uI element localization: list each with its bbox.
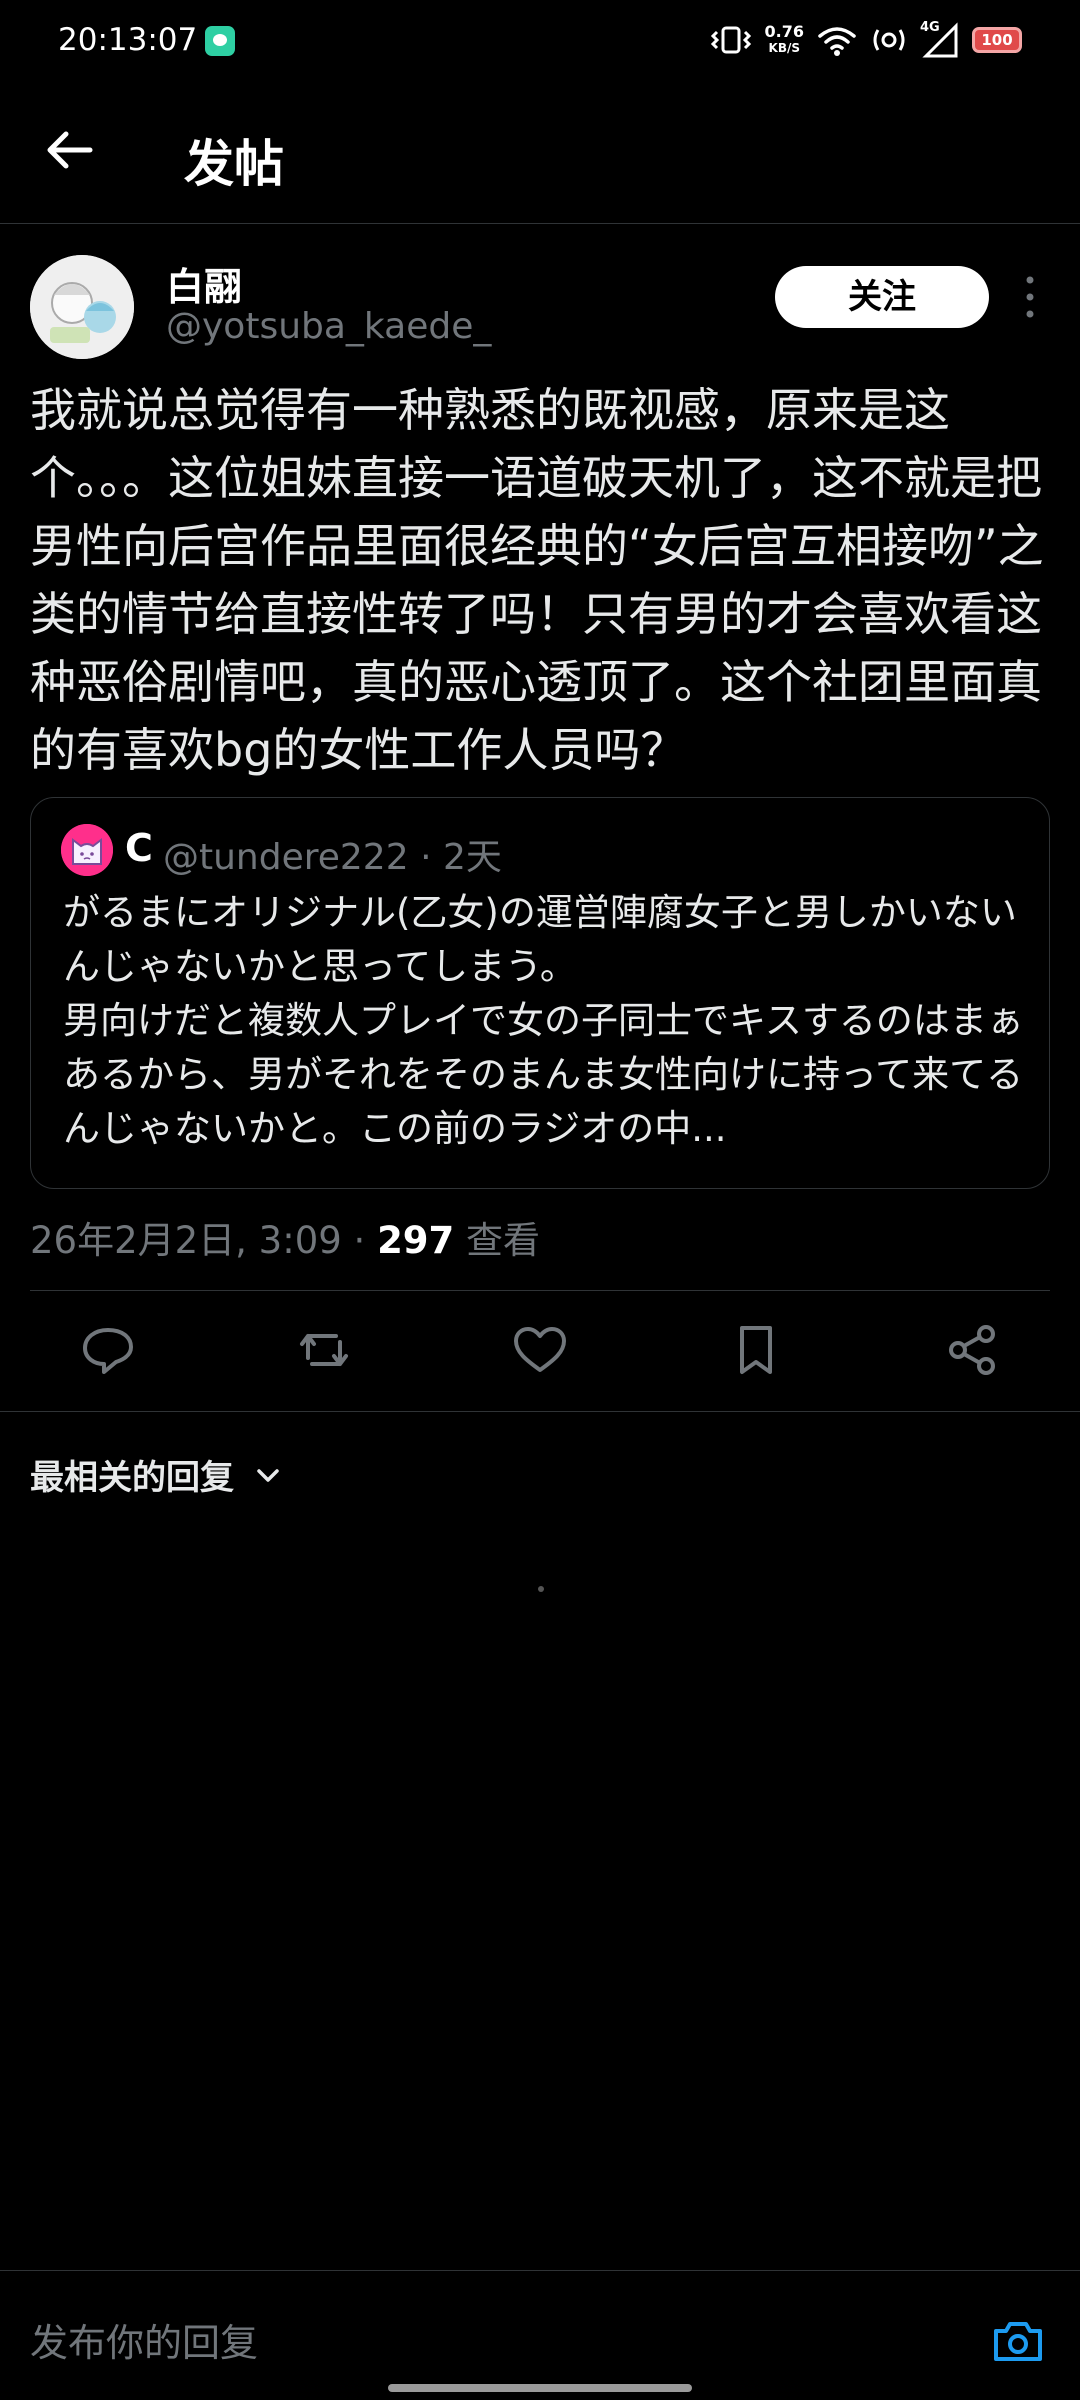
replies-sort-dropdown[interactable]: 最相关的回复 — [30, 1450, 284, 1499]
author-avatar[interactable] — [30, 255, 134, 359]
message-app-icon — [205, 26, 235, 56]
vibrate-icon — [710, 26, 751, 54]
reply-composer — [0, 2270, 1080, 2400]
net-speed-value: 0.76 — [764, 22, 804, 41]
status-bar: 20:13:07 0.76 KB/S 4G 100 — [0, 0, 1080, 80]
author-display-name[interactable]: 白翮 — [166, 256, 242, 311]
loading-indicator — [538, 1586, 544, 1592]
more-options-icon[interactable] — [1015, 272, 1045, 322]
battery-level: 100 — [981, 31, 1013, 49]
replies-sort-label: 最相关的回复 — [30, 1458, 234, 1498]
reply-input[interactable] — [30, 2313, 930, 2373]
home-indicator[interactable] — [388, 2384, 692, 2392]
net-speed-unit: KB/S — [768, 41, 800, 55]
wifi-icon — [818, 27, 856, 56]
bookmark-icon[interactable] — [724, 1318, 788, 1382]
like-icon[interactable] — [508, 1318, 572, 1382]
status-icons: 0.76 KB/S 4G 100 — [709, 20, 1022, 60]
reply-icon[interactable] — [76, 1318, 140, 1382]
back-arrow-icon[interactable] — [38, 118, 102, 182]
chevron-down-icon — [257, 1468, 279, 1482]
cat-face-icon — [61, 824, 113, 876]
hotspot-icon — [873, 29, 905, 51]
cellular-signal: 4G — [920, 20, 960, 58]
quoted-post[interactable]: C @tundere222 · 2天 がるまにオリジナル(乙女)の運営陣腐女子と… — [30, 797, 1050, 1189]
avatar-illustration-icon — [30, 255, 134, 359]
views-count[interactable]: 297 — [377, 1219, 454, 1262]
top-app-bar: 发帖 — [0, 80, 1080, 224]
post-meta: 26年2月2日, 3:09 · 297 查看 — [30, 1210, 540, 1264]
post-timestamp: 26年2月2日, 3:09 · — [30, 1219, 378, 1262]
quoted-author-name: C — [125, 826, 153, 870]
quoted-author-avatar — [61, 824, 113, 876]
share-icon[interactable] — [940, 1318, 1004, 1382]
network-speed: 0.76 KB/S — [765, 24, 804, 56]
signal-icon — [922, 22, 958, 58]
battery-icon: 100 — [972, 27, 1022, 53]
quoted-post-text: がるまにオリジナル(乙女)の運営陣腐女子と男しかいないんじゃないかと思ってしまう… — [63, 891, 1024, 1150]
retweet-icon[interactable] — [292, 1318, 356, 1382]
status-time: 20:13:07 — [58, 22, 198, 58]
post-text: 我就说总觉得有一种熟悉的既视感，原来是这个。。。这位姐妹直接一语道破天机了，这不… — [30, 383, 1044, 777]
post-action-bar — [0, 1290, 1080, 1412]
page-title: 发帖 — [184, 135, 284, 193]
author-handle[interactable]: @yotsuba_kaede_ — [166, 306, 491, 347]
views-label: 查看 — [454, 1219, 541, 1262]
quoted-author-meta: @tundere222 · 2天 — [163, 837, 502, 878]
camera-icon[interactable] — [990, 2313, 1046, 2369]
follow-button[interactable]: 关注 — [775, 266, 989, 328]
